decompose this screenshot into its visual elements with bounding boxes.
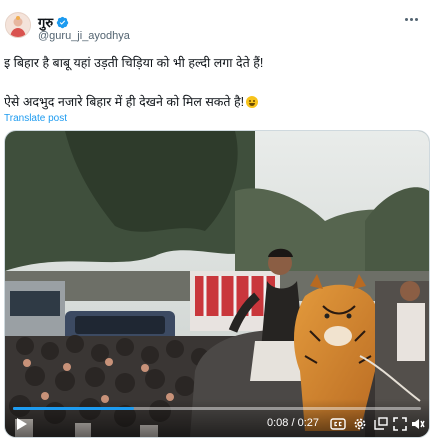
more-options-icon[interactable] [400, 10, 422, 28]
video-player[interactable]: 0:08 / 0:27 [4, 130, 430, 438]
avatar-image [6, 13, 30, 37]
post-text-line-1: इ बिहार है बाबू यहां उड़ती चिड़िया को भी… [4, 56, 264, 70]
face-with-tears-of-joy-icon [246, 96, 259, 108]
video-progress-bar[interactable] [13, 407, 421, 410]
author-name-text[interactable]: गुरु [38, 13, 53, 31]
tweet-card: गुरु @guru_ji_ayodhya इ बिहार है बाबू यह… [0, 0, 432, 443]
avatar[interactable] [5, 12, 31, 38]
translate-post-link[interactable]: Translate post [4, 113, 67, 124]
author-name[interactable]: गुरु [38, 13, 69, 31]
fullscreen-icon[interactable] [393, 417, 407, 431]
captions-icon[interactable] [330, 417, 346, 431]
video-time-separator: / [288, 417, 298, 429]
video-controls: 0:08 / 0:27 [5, 399, 429, 437]
video-progress-fill [13, 407, 134, 410]
post-text-line-2: ऐसे अदभुद नजारे बिहार में ही देखने को मि… [4, 93, 259, 110]
post-text-line-2-text: ऐसे अदभुद नजारे बिहार में ही देखने को मि… [4, 95, 245, 109]
video-time: 0:08 / 0:27 [267, 417, 319, 429]
verified-badge-icon [56, 16, 69, 28]
author-handle[interactable]: @guru_ji_ayodhya [38, 30, 130, 42]
video-current-time: 0:08 [266, 417, 289, 429]
settings-icon[interactable] [353, 417, 367, 431]
picture-in-picture-icon[interactable] [374, 417, 388, 431]
video-total-time: 0:27 [297, 417, 319, 429]
play-icon[interactable] [15, 417, 29, 431]
volume-icon[interactable] [411, 417, 425, 431]
video-frame [5, 131, 429, 437]
